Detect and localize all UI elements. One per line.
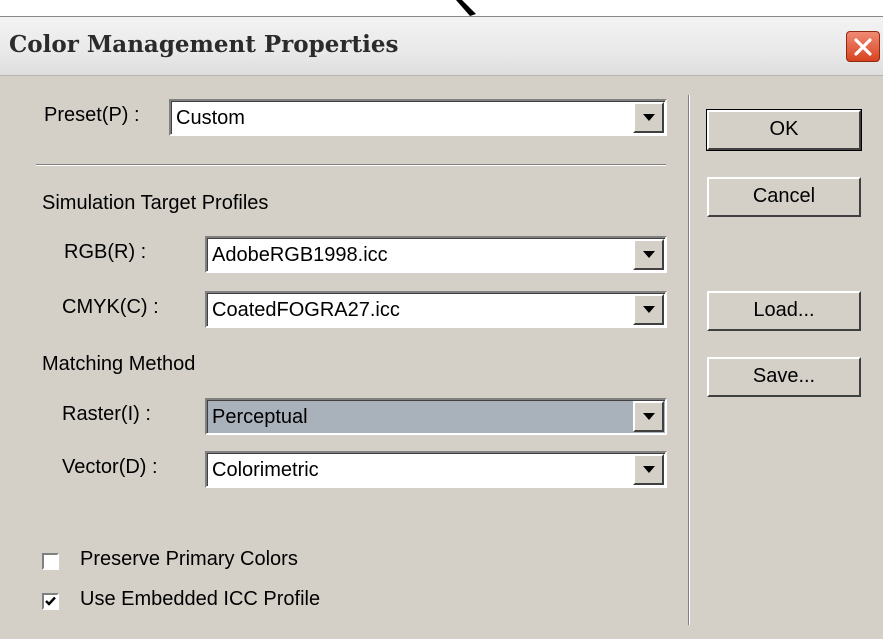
rgb-profile-dropdown[interactable]: AdobeRGB1998.icc [205, 236, 667, 273]
rgb-profile-value: AdobeRGB1998.icc [212, 244, 388, 266]
simulation-heading: Simulation Target Profiles [42, 192, 269, 214]
rgb-dropdown-button[interactable] [633, 239, 664, 270]
color-management-dialog: Color Management Properties Preset(P) : … [0, 16, 883, 639]
vector-label: Vector(D) : [62, 456, 158, 478]
matching-heading: Matching Method [42, 353, 196, 375]
preset-dropdown-button[interactable] [633, 102, 664, 133]
down-arrow-icon [643, 114, 655, 121]
raster-dropdown-button[interactable] [633, 401, 664, 432]
raster-label: Raster(I) : [62, 403, 151, 425]
vector-method-value: Colorimetric [212, 459, 319, 481]
cmyk-dropdown-button[interactable] [633, 294, 664, 325]
vector-method-dropdown[interactable]: Colorimetric [205, 451, 667, 488]
vertical-separator [688, 95, 690, 625]
use-embedded-icc-label[interactable]: Use Embedded ICC Profile [80, 588, 320, 611]
down-arrow-icon [643, 306, 655, 313]
preset-label: Preset(P) : [44, 104, 140, 126]
check-mark-icon [45, 596, 56, 606]
horizontal-separator [36, 164, 666, 166]
close-button[interactable] [846, 31, 880, 62]
ok-button[interactable]: OK [706, 109, 862, 151]
preserve-primary-checkbox[interactable] [42, 553, 59, 570]
down-arrow-icon [643, 413, 655, 420]
down-arrow-icon [643, 466, 655, 473]
preset-dropdown[interactable]: Custom [169, 99, 667, 136]
raster-method-value: Perceptual [212, 406, 308, 428]
use-embedded-icc-checkbox[interactable] [42, 593, 59, 610]
save-button[interactable]: Save... [707, 357, 861, 397]
vector-dropdown-button[interactable] [633, 454, 664, 485]
cancel-button[interactable]: Cancel [707, 177, 861, 217]
down-arrow-icon [643, 251, 655, 258]
raster-method-dropdown[interactable]: Perceptual [205, 398, 667, 435]
mouse-cursor-icon [456, 0, 476, 16]
cmyk-label: CMYK(C) : [62, 296, 159, 318]
preserve-primary-label[interactable]: Preserve Primary Colors [80, 548, 298, 571]
cmyk-profile-value: CoatedFOGRA27.icc [212, 299, 400, 321]
load-button[interactable]: Load... [707, 291, 861, 331]
rgb-label: RGB(R) : [64, 241, 147, 263]
close-x-icon [854, 38, 872, 56]
title-bar[interactable]: Color Management Properties [0, 17, 883, 76]
cmyk-profile-dropdown[interactable]: CoatedFOGRA27.icc [205, 291, 667, 328]
preset-value: Custom [176, 107, 245, 129]
dialog-title: Color Management Properties [9, 31, 399, 58]
